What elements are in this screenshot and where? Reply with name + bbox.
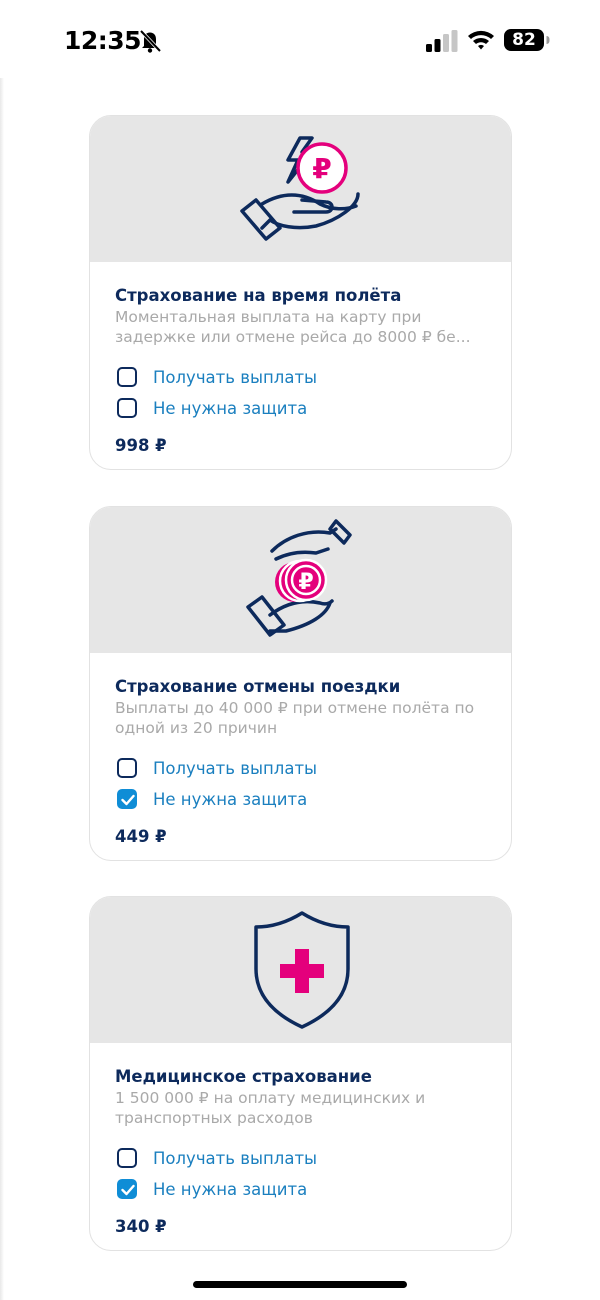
- svg-text:₽: ₽: [298, 570, 313, 595]
- screen-edge-shadow: [0, 78, 4, 1300]
- get-payouts-checkbox[interactable]: [117, 1148, 137, 1168]
- no-protection-checkbox[interactable]: [117, 398, 137, 418]
- option-label[interactable]: Получать выплаты: [153, 1149, 317, 1168]
- option-label[interactable]: Получать выплаты: [153, 368, 317, 387]
- status-time: 12:35: [64, 26, 142, 55]
- insurance-card-medical[interactable]: Медицинское страхование 1 500 000 ₽ на о…: [89, 896, 512, 1251]
- option-get-payouts[interactable]: Получать выплаты: [117, 756, 317, 780]
- card-image: [90, 897, 511, 1043]
- option-label[interactable]: Получать выплаты: [153, 759, 317, 778]
- option-get-payouts[interactable]: Получать выплаты: [117, 1146, 317, 1170]
- signal-icon: [426, 30, 458, 52]
- no-protection-checkbox[interactable]: [117, 1179, 137, 1199]
- card-title: Страхование отмены поездки: [115, 677, 401, 696]
- battery-level: 82: [512, 30, 536, 50]
- hands-coins-icon: ₽: [246, 519, 352, 637]
- card-description: Моментальная выплата на карту при задерж…: [115, 308, 471, 346]
- svg-text:₽: ₽: [312, 152, 331, 185]
- card-description: 1 500 000 ₽ на оплату медицинских и тран…: [115, 1089, 426, 1127]
- card-image: ₽: [90, 507, 511, 653]
- option-no-protection[interactable]: Не нужна защита: [117, 396, 307, 420]
- bell-slash-icon: [139, 29, 162, 53]
- insurance-card-flight[interactable]: ₽ Страхование на время полёта Моментальн…: [89, 115, 512, 470]
- card-title: Страхование на время полёта: [115, 286, 402, 305]
- card-description: Выплаты до 40 000 ₽ при отмене полёта по…: [115, 699, 475, 737]
- checkmark-icon: [121, 794, 135, 806]
- option-no-protection[interactable]: Не нужна защита: [117, 1177, 307, 1201]
- card-image: ₽: [90, 116, 511, 262]
- wifi-icon: [468, 30, 494, 50]
- insurance-card-trip-cancel[interactable]: ₽ Страхование отмены поездки Выплаты до …: [89, 506, 512, 861]
- card-price: 449 ₽: [115, 827, 167, 846]
- option-no-protection[interactable]: Не нужна защита: [117, 787, 307, 811]
- get-payouts-checkbox[interactable]: [117, 367, 137, 387]
- card-price: 998 ₽: [115, 436, 167, 455]
- option-get-payouts[interactable]: Получать выплаты: [117, 365, 317, 389]
- card-price: 340 ₽: [115, 1217, 167, 1236]
- home-indicator[interactable]: [193, 1281, 407, 1288]
- shield-medical-cross-icon: [254, 911, 350, 1029]
- no-protection-checkbox[interactable]: [117, 789, 137, 809]
- checkmark-icon: [121, 1184, 135, 1196]
- option-label[interactable]: Не нужна защита: [153, 1180, 307, 1199]
- hand-lightning-ruble-icon: ₽: [240, 136, 360, 241]
- option-label[interactable]: Не нужна защита: [153, 790, 307, 809]
- get-payouts-checkbox[interactable]: [117, 758, 137, 778]
- card-title: Медицинское страхование: [115, 1067, 372, 1086]
- option-label[interactable]: Не нужна защита: [153, 399, 307, 418]
- status-bar: 12:35 82: [0, 0, 600, 80]
